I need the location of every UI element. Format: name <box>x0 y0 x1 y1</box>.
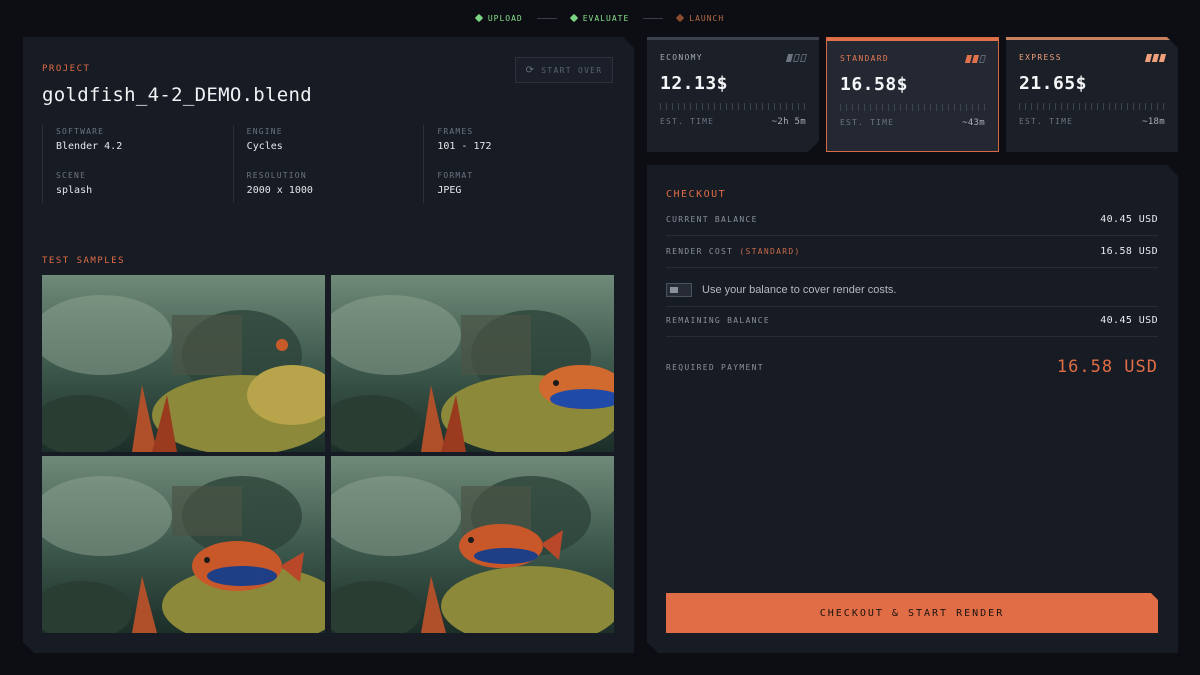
current-balance-value: 40.45 USD <box>1100 214 1158 225</box>
tier-name: STANDARD <box>840 54 889 63</box>
est-time-label: EST. TIME <box>660 117 715 126</box>
underwater-render-image <box>42 275 325 452</box>
project-title: goldfish_4-2_DEMO.blend <box>42 84 312 106</box>
step-divider <box>536 17 557 19</box>
refresh-icon: ⟳ <box>525 64 536 76</box>
project-panel: PROJECT goldfish_4-2_DEMO.blend ⟳ START … <box>23 37 634 653</box>
sample-thumbnail[interactable] <box>331 456 614 633</box>
info-column: FRAMES 101 - 172 FORMAT JPEG <box>423 125 614 203</box>
tier-accent-bar <box>647 37 819 40</box>
step-label: UPLOAD <box>487 13 523 23</box>
info-item-engine: ENGINE Cycles <box>247 127 424 169</box>
remaining-balance-value: 40.45 USD <box>1100 315 1158 326</box>
info-item-software: SOFTWARE Blender 4.2 <box>56 127 233 169</box>
step-done-icon <box>474 13 484 23</box>
tier-card-economy[interactable]: ECONOMY 12.13$ EST. TIME ~2h 5m <box>647 37 819 152</box>
est-time-value: ~43m <box>962 118 985 128</box>
step-done-icon <box>569 13 578 23</box>
speed-level-icon <box>1144 53 1167 62</box>
est-time-label: EST. TIME <box>840 118 895 127</box>
tier-price: 16.58$ <box>840 74 909 95</box>
step-pending-icon <box>676 13 685 23</box>
tier-name: EXPRESS <box>1019 53 1062 62</box>
underwater-render-image <box>331 456 614 633</box>
step-evaluate: EVALUATE <box>569 13 630 23</box>
step-label: LAUNCH <box>689 13 725 23</box>
progress-stepper: UPLOAD EVALUATE LAUNCH <box>0 11 1200 25</box>
tier-card-standard[interactable]: STANDARD 16.58$ EST. TIME ~43m <box>826 37 999 152</box>
info-value: 2000 x 1000 <box>246 185 313 196</box>
current-balance-label: CURRENT BALANCE <box>666 215 758 224</box>
info-key: SOFTWARE <box>56 127 105 136</box>
info-value: splash <box>56 185 93 196</box>
remaining-balance-label: REMAINING BALANCE <box>666 316 770 325</box>
tier-card-express[interactable]: EXPRESS 21.65$ EST. TIME ~18m <box>1006 37 1178 152</box>
checkout-title: CHECKOUT <box>666 189 727 200</box>
test-samples-label: TEST SAMPLES <box>42 256 126 266</box>
tick-scale <box>1019 103 1165 110</box>
step-upload: UPLOAD <box>474 13 523 23</box>
current-balance-row: CURRENT BALANCE 40.45 USD <box>666 204 1158 236</box>
balance-toggle-row: Use your balance to cover render costs. <box>666 273 1158 307</box>
use-balance-label: Use your balance to cover render costs. <box>702 283 897 296</box>
info-key: FORMAT <box>437 171 474 180</box>
info-value: Cycles <box>246 141 283 152</box>
sample-thumbnail[interactable] <box>42 275 325 452</box>
info-key: FRAMES <box>437 127 474 136</box>
step-label: EVALUATE <box>582 13 630 23</box>
info-column: SOFTWARE Blender 4.2 SCENE splash <box>42 125 233 203</box>
underwater-render-image <box>331 275 614 452</box>
step-divider <box>643 17 664 19</box>
tier-accent-bar <box>827 38 998 41</box>
tick-scale <box>660 103 806 110</box>
est-time-value: ~2h 5m <box>771 117 806 127</box>
checkout-start-render-button[interactable]: CHECKOUT & START RENDER <box>666 593 1158 633</box>
sample-thumbnail[interactable] <box>42 456 325 633</box>
project-info-grid: SOFTWARE Blender 4.2 SCENE splash ENGINE… <box>42 125 614 203</box>
start-over-button[interactable]: ⟳ START OVER <box>515 57 613 83</box>
est-time-label: EST. TIME <box>1019 117 1074 126</box>
info-key: RESOLUTION <box>246 171 307 180</box>
speed-level-icon <box>785 53 808 62</box>
start-over-label: START OVER <box>541 65 603 75</box>
remaining-balance-row: REMAINING BALANCE 40.45 USD <box>666 305 1158 337</box>
tier-name: ECONOMY <box>660 53 703 62</box>
step-launch: LAUNCH <box>676 13 725 23</box>
info-item-frames: FRAMES 101 - 172 <box>437 127 614 169</box>
tier-price: 21.65$ <box>1019 73 1088 94</box>
required-payment-value: 16.58 USD <box>1056 357 1158 377</box>
use-balance-toggle[interactable] <box>666 282 692 297</box>
render-cost-value: 16.58 USD <box>1100 246 1158 257</box>
speed-level-icon <box>964 54 987 63</box>
test-samples-grid <box>42 275 614 633</box>
info-item-scene: SCENE splash <box>56 171 233 213</box>
render-cost-tier: (STANDARD) <box>739 247 801 256</box>
render-cost-row: RENDER COST (STANDARD) 16.58 USD <box>666 236 1158 268</box>
tier-accent-bar <box>1006 37 1178 40</box>
render-cost-label: RENDER COST (STANDARD) <box>666 247 801 256</box>
est-time-value: ~18m <box>1142 117 1165 127</box>
project-section-label: PROJECT <box>42 64 91 74</box>
info-key: ENGINE <box>246 127 283 136</box>
toggle-knob <box>670 286 678 293</box>
info-value: 101 - 172 <box>437 141 492 152</box>
tier-price: 12.13$ <box>660 73 729 94</box>
checkout-panel: CHECKOUT CURRENT BALANCE 40.45 USD RENDE… <box>647 165 1178 653</box>
info-key: SCENE <box>56 171 87 180</box>
tick-scale <box>840 104 986 111</box>
info-value: JPEG <box>437 185 462 196</box>
info-item-resolution: RESOLUTION 2000 x 1000 <box>247 171 424 213</box>
info-column: ENGINE Cycles RESOLUTION 2000 x 1000 <box>232 125 424 203</box>
info-item-format: FORMAT JPEG <box>437 171 614 213</box>
required-payment-row: REQUIRED PAYMENT 16.58 USD <box>666 357 1158 377</box>
sample-thumbnail[interactable] <box>331 275 614 452</box>
required-payment-label: REQUIRED PAYMENT <box>666 362 764 372</box>
underwater-render-image <box>42 456 325 633</box>
render-cost-label-text: RENDER COST <box>666 247 734 256</box>
info-value: Blender 4.2 <box>56 141 123 152</box>
